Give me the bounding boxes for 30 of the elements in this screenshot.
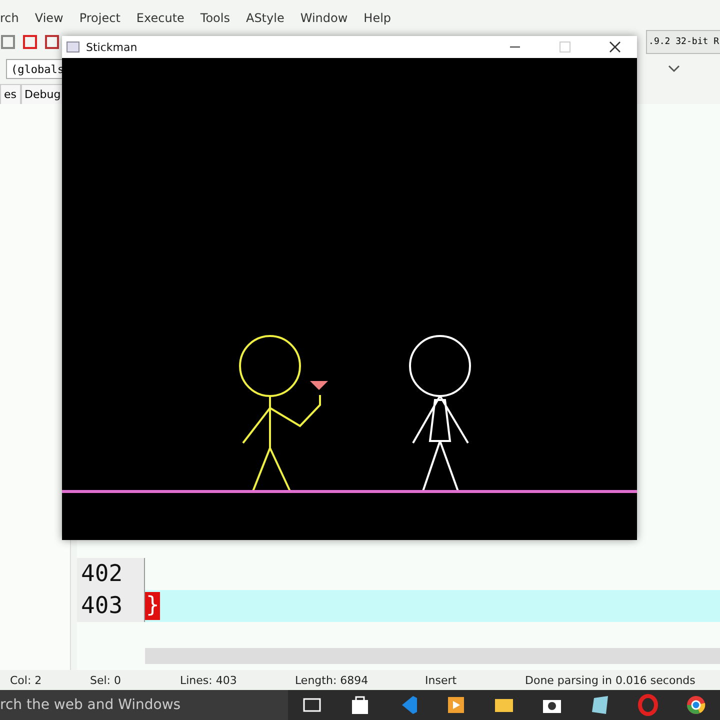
status-field: Sel: 0 (80, 674, 170, 686)
menu-item[interactable]: Project (79, 11, 120, 25)
menu-item[interactable]: Execute (136, 11, 184, 25)
toolbar-icon[interactable] (22, 34, 38, 50)
shopping-bag-icon[interactable] (349, 694, 371, 716)
chevron-down-icon[interactable] (668, 65, 680, 73)
search-field[interactable]: rch the web and Windows (0, 690, 288, 720)
menu-item[interactable]: rch (0, 11, 19, 25)
menu-item[interactable]: Tools (200, 11, 230, 25)
horizontal-scrollbar[interactable] (145, 648, 720, 664)
compiler-selector[interactable]: .9.2 32-bit R (646, 30, 720, 54)
status-field: Length: 6894 (285, 674, 415, 686)
glass-drawing (310, 381, 328, 390)
status-field: Lines: 403 (170, 674, 285, 686)
menu-item[interactable]: Help (364, 11, 392, 25)
menu-item[interactable]: Window (300, 11, 348, 25)
toolbar-icon[interactable] (0, 34, 16, 50)
status-field: Insert (415, 674, 515, 686)
menu-item[interactable]: View (34, 11, 64, 25)
panel-tab[interactable]: Debug (20, 84, 65, 104)
toolbar-icon[interactable] (44, 34, 60, 50)
media-player-icon[interactable] (445, 694, 467, 716)
line-number: 403 (77, 590, 145, 622)
status-field: Col: 2 (0, 674, 80, 686)
window-title: Stickman (86, 40, 138, 54)
status-field: Done parsing in 0.016 seconds (515, 674, 720, 686)
line-number: 402 (77, 558, 145, 590)
panel-tab[interactable]: es (0, 84, 20, 104)
window-app-icon (66, 41, 80, 53)
menu-item[interactable]: AStyle (246, 11, 284, 25)
